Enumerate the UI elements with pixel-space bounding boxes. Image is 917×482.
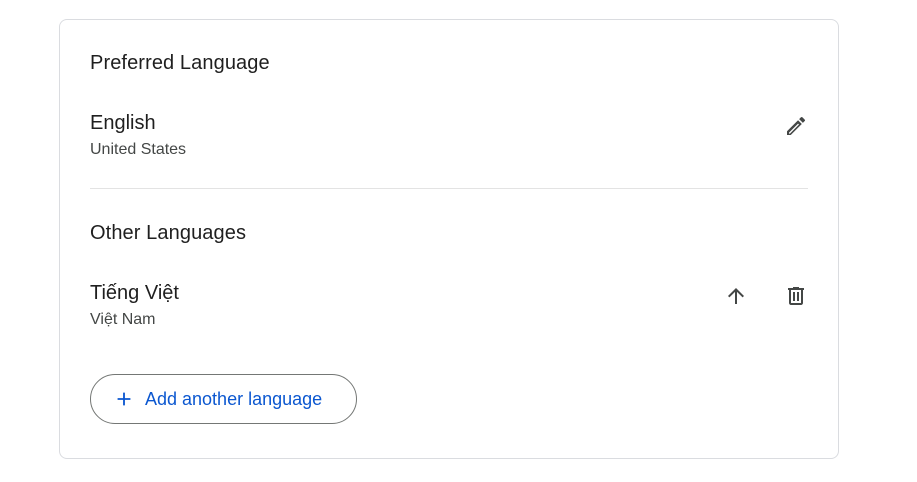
plus-icon (117, 392, 131, 406)
other-language-name: Tiếng Việt (90, 282, 179, 304)
trash-icon (788, 287, 804, 305)
move-language-up-button[interactable] (716, 276, 756, 316)
preferred-language-region: United States (90, 141, 187, 158)
preferred-language-heading: Preferred Language (90, 52, 270, 74)
delete-language-button[interactable] (776, 276, 816, 316)
add-another-language-button[interactable]: Add another language (90, 374, 357, 424)
other-languages-heading: Other Languages (90, 222, 247, 244)
section-divider (90, 188, 808, 189)
add-another-language-label: Add another language (145, 388, 323, 409)
preferred-language-name: English (90, 112, 156, 134)
other-language-row: Tiếng Việt Việt Nam (90, 282, 808, 342)
arrow-up-icon (728, 288, 744, 304)
language-settings-card: Preferred Language English United States… (59, 19, 839, 459)
pencil-icon (787, 116, 806, 135)
edit-preferred-language-button[interactable] (776, 106, 816, 146)
preferred-language-row: English United States (90, 112, 808, 172)
other-language-region: Việt Nam (90, 311, 156, 328)
